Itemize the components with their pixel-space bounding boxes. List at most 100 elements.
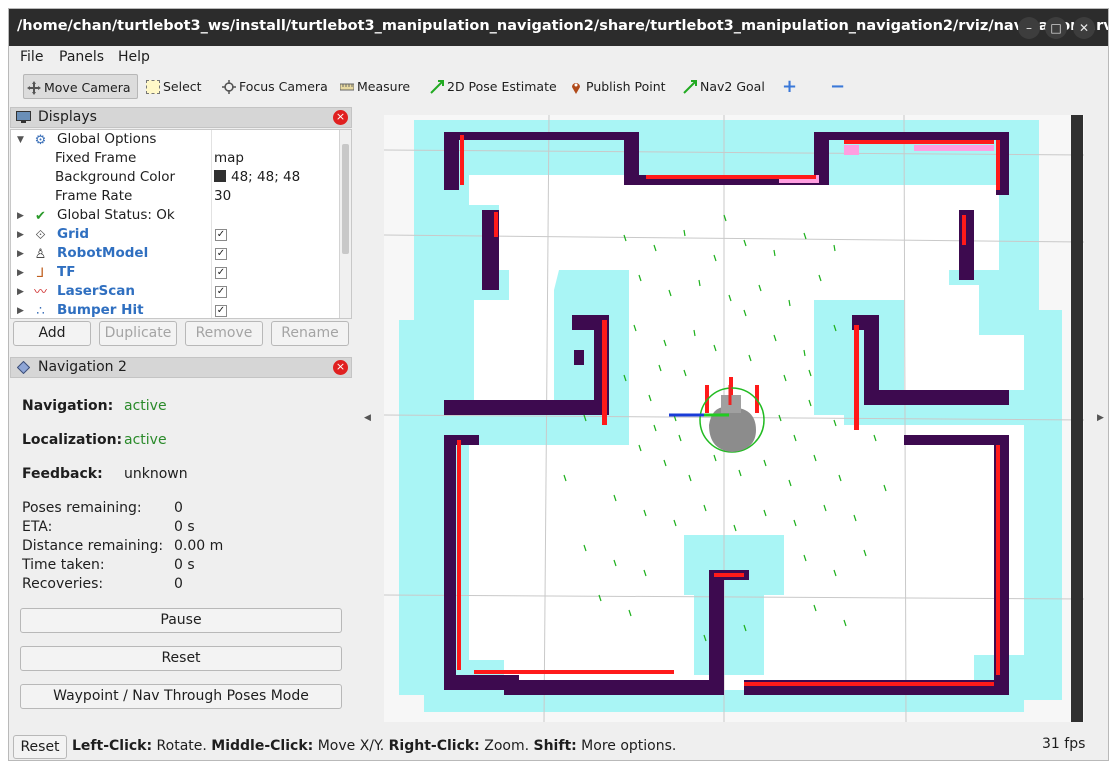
add-display-button[interactable]: Add — [13, 321, 91, 346]
tree-row-global-options[interactable]: ▼ ⚙ Global Options — [11, 131, 341, 150]
navigation2-panel-header: Navigation 2 × — [10, 357, 352, 378]
publish-point-tool[interactable]: Publish Point — [566, 74, 666, 99]
remove-tool-button[interactable]: − — [827, 74, 845, 99]
pose-estimate-label: 2D Pose Estimate — [447, 79, 557, 94]
displays-title: Displays — [38, 109, 97, 125]
shift-key: Shift: — [533, 738, 577, 754]
frame-rate-label: Frame Rate — [55, 188, 133, 204]
distance-remaining-label: Distance remaining: — [22, 538, 164, 554]
middle-click-key: Middle-Click: — [211, 738, 314, 754]
tree-row-grid[interactable]: ▶ ⟐ Grid ✓ — [11, 226, 341, 245]
minimize-button[interactable]: – — [1018, 17, 1040, 39]
tree-row-laser-scan[interactable]: ▶ 〰 LaserScan ✓ — [11, 283, 341, 302]
right-click-desc: Zoom. — [479, 738, 534, 754]
fixed-frame-label: Fixed Frame — [55, 150, 137, 166]
grid-icon: ⟐ — [35, 228, 46, 243]
background-color-text: 48; 48; 48 — [231, 169, 301, 185]
remove-display-button[interactable]: Remove — [185, 321, 263, 346]
expand-closed-icon: ▶ — [17, 306, 24, 316]
reset-view-button[interactable]: Reset — [13, 735, 67, 759]
rename-display-button[interactable]: Rename — [271, 321, 349, 346]
select-tool[interactable]: Select — [143, 74, 202, 99]
left-click-key: Left-Click: — [72, 738, 153, 754]
robot-model-label: RobotModel — [57, 245, 149, 261]
bumper-hit-label: Bumper Hit — [57, 302, 144, 318]
window-title: /home/chan/turtlebot3_ws/install/turtleb… — [17, 18, 1109, 34]
fixed-frame-value[interactable]: map — [214, 150, 244, 166]
pose-estimate-tool[interactable]: 2D Pose Estimate — [427, 74, 557, 99]
navigation-label: Navigation: — [22, 398, 114, 414]
localization-value: active — [124, 432, 167, 448]
close-window-button[interactable]: ✕ — [1073, 17, 1095, 39]
navigation2-close-button[interactable]: × — [333, 360, 348, 375]
move-camera-icon — [27, 81, 41, 95]
tf-checkbox[interactable]: ✓ — [215, 267, 227, 279]
point-cloud-icon: ∴ — [36, 304, 45, 319]
left-click-desc: Rotate. — [152, 738, 212, 754]
add-tool-button[interactable]: + — [779, 74, 797, 99]
mouse-hint: Left-Click: Rotate. Middle-Click: Move X… — [72, 738, 676, 754]
bumper-hit-checkbox[interactable]: ✓ — [215, 305, 227, 317]
displays-scrollbar[interactable] — [339, 130, 351, 318]
nav-goal-arrow-icon — [683, 80, 697, 94]
maximize-button[interactable]: □ — [1045, 17, 1067, 39]
expand-closed-icon: ▶ — [17, 211, 24, 221]
background-color-value[interactable]: 48; 48; 48 — [214, 169, 300, 185]
nav2-goal-tool[interactable]: Nav2 Goal — [680, 74, 765, 99]
waypoint-mode-button[interactable]: Waypoint / Nav Through Poses Mode — [20, 684, 342, 709]
measure-label: Measure — [357, 79, 411, 94]
move-camera-tool[interactable]: Move Camera — [23, 74, 138, 99]
grid-checkbox[interactable]: ✓ — [215, 229, 227, 241]
wall-outer-right-top — [904, 435, 1009, 445]
frame-rate-value[interactable]: 30 — [214, 188, 231, 204]
laser-scan-checkbox[interactable]: ✓ — [215, 286, 227, 298]
menu-panels[interactable]: Panels — [59, 49, 104, 65]
global-options-label: Global Options — [57, 131, 157, 147]
color-swatch — [214, 170, 226, 182]
expand-closed-icon: ▶ — [17, 249, 24, 259]
recoveries-label: Recoveries: — [22, 576, 104, 592]
render-viewport[interactable] — [383, 114, 1085, 723]
reset-navigation-button[interactable]: Reset — [20, 646, 342, 671]
viewport-edge — [1071, 115, 1083, 722]
tree-row-tf[interactable]: ▶ ⅃ TF ✓ — [11, 264, 341, 283]
status-bar: Reset Left-Click: Rotate. Middle-Click: … — [9, 734, 1108, 760]
right-click-key: Right-Click: — [388, 738, 480, 754]
robot-model-checkbox[interactable]: ✓ — [215, 248, 227, 260]
tree-row-frame-rate[interactable]: Frame Rate 30 — [11, 188, 341, 207]
measure-tool[interactable]: Measure — [337, 74, 410, 99]
monitor-icon — [16, 111, 31, 123]
distance-remaining-value: 0.00 m — [174, 538, 224, 554]
collapse-left-icon[interactable]: ◀ — [364, 413, 371, 423]
costmap-view — [383, 114, 1085, 723]
duplicate-display-button[interactable]: Duplicate — [99, 321, 177, 346]
tree-row-robot-model[interactable]: ▶ ♙ RobotModel ✓ — [11, 245, 341, 264]
laser-scan-icon: 〰 — [33, 285, 47, 300]
toolbar: Move Camera Select Focus Camera Measure … — [9, 71, 1108, 102]
menu-file[interactable]: File — [20, 49, 43, 65]
tree-row-bumper-hit[interactable]: ▶ ∴ Bumper Hit ✓ — [11, 302, 341, 319]
background-color-label: Background Color — [55, 169, 176, 185]
move-camera-label: Move Camera — [44, 80, 131, 95]
collapse-right-icon[interactable]: ▶ — [1097, 413, 1104, 423]
title-bar[interactable]: /home/chan/turtlebot3_ws/install/turtleb… — [9, 9, 1108, 46]
free-region-left — [504, 475, 664, 645]
shift-desc: More options. — [576, 738, 677, 754]
pause-button[interactable]: Pause — [20, 608, 342, 633]
displays-tree: ▼ ⚙ Global Options Fixed Frame map Backg… — [10, 129, 352, 319]
tree-row-fixed-frame[interactable]: Fixed Frame map — [11, 150, 341, 169]
wall-left-stub — [574, 350, 584, 365]
menu-help[interactable]: Help — [118, 49, 150, 65]
feedback-value: unknown — [124, 466, 188, 482]
laser-scan-label: LaserScan — [57, 283, 136, 299]
time-taken-value: 0 s — [174, 557, 195, 573]
eta-label: ETA: — [22, 519, 53, 535]
tree-row-background-color[interactable]: Background Color 48; 48; 48 — [11, 169, 341, 188]
tree-row-global-status[interactable]: ▶ ✔ Global Status: Ok — [11, 207, 341, 226]
scrollbar-thumb[interactable] — [342, 144, 349, 254]
tf-label: TF — [57, 264, 76, 280]
displays-close-button[interactable]: × — [333, 110, 348, 125]
expand-open-icon: ▼ — [17, 135, 24, 145]
focus-camera-icon — [222, 80, 236, 94]
focus-camera-tool[interactable]: Focus Camera — [219, 74, 328, 99]
